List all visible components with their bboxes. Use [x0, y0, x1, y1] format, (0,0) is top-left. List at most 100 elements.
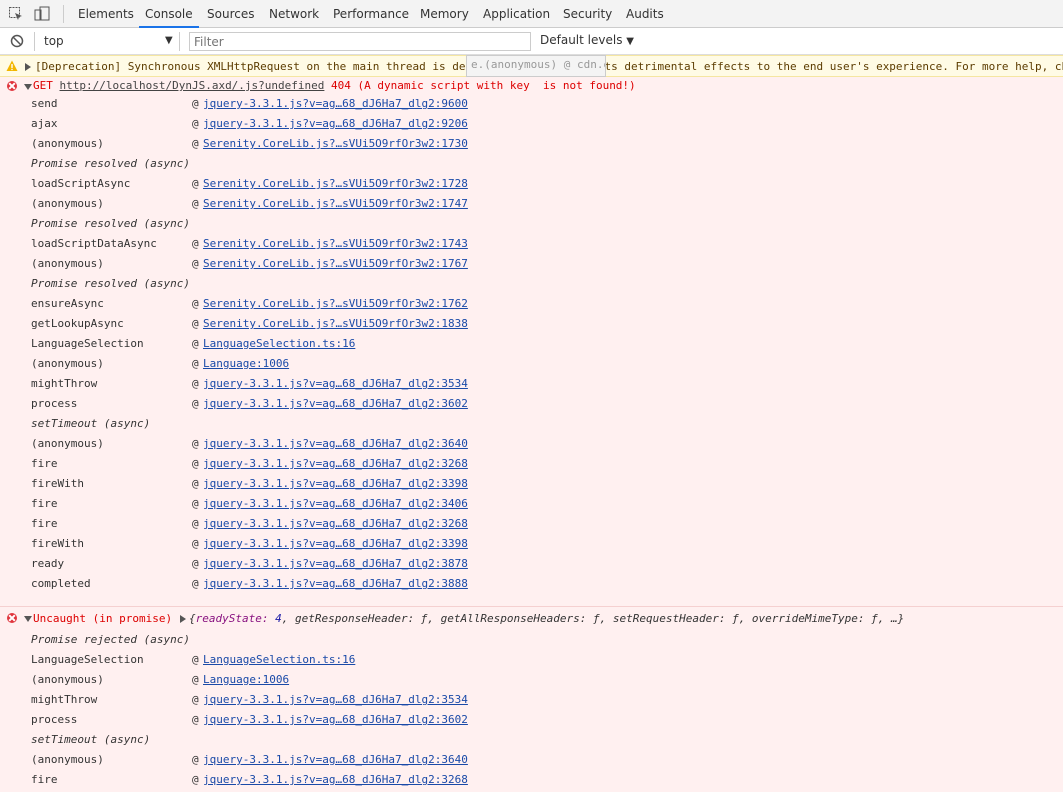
stack-frame-function: getLookupAsync — [31, 317, 124, 330]
at-symbol: @ — [192, 197, 199, 210]
stack-frame-source-link[interactable]: Serenity.CoreLib.js?…sVUi5O9rfOr3w2:1838 — [203, 317, 468, 330]
stack-frame-source-link[interactable]: LanguageSelection.ts:16 — [203, 337, 355, 350]
error-message: (A dynamic script with key is not found!… — [357, 79, 636, 92]
at-symbol: @ — [192, 497, 199, 510]
expand-object-icon[interactable] — [180, 615, 186, 623]
stack-frame-source-link[interactable]: LanguageSelection.ts:16 — [203, 653, 355, 666]
stack-frame-source-link[interactable]: jquery-3.3.1.js?v=ag…68_dJ6Ha7_dlg2:9600 — [203, 97, 468, 110]
stack-frame-source-link[interactable]: jquery-3.3.1.js?v=ag…68_dJ6Ha7_dlg2:3406 — [203, 497, 468, 510]
stack-frame-function: ajax — [31, 117, 58, 130]
inspect-element-icon[interactable] — [8, 6, 24, 22]
tab-network[interactable]: Network — [263, 0, 325, 28]
log-levels-dropdown[interactable]: Default levels ▼ — [540, 33, 634, 47]
stack-frame-function: fire — [31, 497, 58, 510]
tab-security[interactable]: Security — [557, 0, 618, 28]
warning-icon — [6, 60, 18, 71]
stack-frame-source-link[interactable]: Serenity.CoreLib.js?…sVUi5O9rfOr3w2:1730 — [203, 137, 468, 150]
stack-frame-function: (anonymous) — [31, 197, 104, 210]
stack-frame-function: (anonymous) — [31, 257, 104, 270]
request-method: GET — [33, 79, 53, 92]
stack-frame-source-link[interactable]: jquery-3.3.1.js?v=ag…68_dJ6Ha7_dlg2:3602 — [203, 713, 468, 726]
async-separator: Promise resolved (async) — [31, 157, 190, 170]
collapse-triangle-icon[interactable] — [24, 84, 32, 90]
clear-console-icon[interactable] — [10, 34, 24, 48]
tab-elements[interactable]: Elements — [72, 0, 140, 28]
stack-frame-source-link[interactable]: jquery-3.3.1.js?v=ag…68_dJ6Ha7_dlg2:3640 — [203, 437, 468, 450]
tab-memory[interactable]: Memory — [414, 0, 475, 28]
stack-frame-function: fireWith — [31, 477, 84, 490]
at-symbol: @ — [192, 357, 199, 370]
context-selector[interactable]: top ▼ — [34, 32, 180, 51]
status-code: 404 — [331, 79, 351, 92]
stack-frame-function: (anonymous) — [31, 437, 104, 450]
context-label: top — [44, 34, 64, 48]
error-icon — [7, 613, 17, 623]
dropdown-arrow-icon: ▼ — [165, 35, 173, 46]
console-toolbar: top ▼ Default levels ▼ — [0, 28, 1063, 55]
tab-performance[interactable]: Performance — [327, 0, 415, 28]
at-symbol: @ — [192, 97, 199, 110]
stack-frame-source-link[interactable]: Serenity.CoreLib.js?…sVUi5O9rfOr3w2:1747 — [203, 197, 468, 210]
stack-frame-source-link[interactable]: jquery-3.3.1.js?v=ag…68_dJ6Ha7_dlg2:3268 — [203, 517, 468, 530]
request-url-link[interactable]: http://localhost/DynJS.axd/.js?undefined — [60, 79, 325, 92]
stack-frame-source-link[interactable]: jquery-3.3.1.js?v=ag…68_dJ6Ha7_dlg2:3268 — [203, 773, 468, 786]
at-symbol: @ — [192, 457, 199, 470]
stack-frame-source-link[interactable]: jquery-3.3.1.js?v=ag…68_dJ6Ha7_dlg2:3534 — [203, 693, 468, 706]
at-symbol: @ — [192, 317, 199, 330]
stack-frame-source-link[interactable]: Serenity.CoreLib.js?…sVUi5O9rfOr3w2:1767 — [203, 257, 468, 270]
collapse-triangle-icon[interactable] — [24, 616, 32, 622]
stack-frame-source-link[interactable]: jquery-3.3.1.js?v=ag…68_dJ6Ha7_dlg2:3534 — [203, 377, 468, 390]
stack-frame-function: completed — [31, 577, 91, 590]
device-toolbar-icon[interactable] — [34, 6, 50, 22]
stack-frame-source-link[interactable]: jquery-3.3.1.js?v=ag…68_dJ6Ha7_dlg2:9206 — [203, 117, 468, 130]
tab-audits[interactable]: Audits — [620, 0, 670, 28]
at-symbol: @ — [192, 397, 199, 410]
chevron-down-icon: ▼ — [626, 36, 634, 47]
tooltip: e.(anonymous) @ cdn.erikscorp — [466, 55, 606, 77]
stack-frame-function: ready — [31, 557, 65, 570]
stack-frame-function: fire — [31, 457, 58, 470]
at-symbol: @ — [192, 557, 199, 570]
stack-frame-function: mightThrow — [31, 693, 98, 706]
async-separator: Promise resolved (async) — [31, 277, 190, 290]
at-symbol: @ — [192, 117, 199, 130]
stack-frame-source-link[interactable]: jquery-3.3.1.js?v=ag…68_dJ6Ha7_dlg2:3398 — [203, 537, 468, 550]
at-symbol: @ — [192, 437, 199, 450]
stack-frame-source-link[interactable]: Language:1006 — [203, 673, 289, 686]
stack-frame-source-link[interactable]: Serenity.CoreLib.js?…sVUi5O9rfOr3w2:1762 — [203, 297, 468, 310]
error-icon — [7, 81, 17, 91]
stack-frame-function: mightThrow — [31, 377, 98, 390]
object-preview[interactable]: {readyState: 4, getResponseHeader: ƒ, ge… — [189, 612, 904, 625]
stack-frame-function: LanguageSelection — [31, 653, 144, 666]
expand-triangle-icon[interactable] — [25, 63, 31, 71]
stack-frame-source-link[interactable]: jquery-3.3.1.js?v=ag…68_dJ6Ha7_dlg2:3398 — [203, 477, 468, 490]
stack-frame-function: (anonymous) — [31, 673, 104, 686]
at-symbol: @ — [192, 713, 199, 726]
async-separator: setTimeout (async) — [31, 417, 151, 430]
stack-frame-source-link[interactable]: jquery-3.3.1.js?v=ag…68_dJ6Ha7_dlg2:3602 — [203, 397, 468, 410]
at-symbol: @ — [192, 137, 199, 150]
stack-frame-function: fire — [31, 517, 58, 530]
stack-frame-function: ensureAsync — [31, 297, 104, 310]
error-header: Uncaught (in promise) — [33, 612, 172, 625]
tab-sources[interactable]: Sources — [201, 0, 260, 28]
stack-frame-source-link[interactable]: jquery-3.3.1.js?v=ag…68_dJ6Ha7_dlg2:3640 — [203, 753, 468, 766]
stack-frame-source-link[interactable]: Language:1006 — [203, 357, 289, 370]
stack-frame-function: fireWith — [31, 537, 84, 550]
tab-application[interactable]: Application — [477, 0, 556, 28]
stack-frame-source-link[interactable]: Serenity.CoreLib.js?…sVUi5O9rfOr3w2:1728 — [203, 177, 468, 190]
tab-console[interactable]: Console — [139, 0, 199, 28]
at-symbol: @ — [192, 673, 199, 686]
async-separator: Promise rejected (async) — [31, 633, 190, 646]
filter-input[interactable] — [189, 32, 531, 51]
stack-frame-source-link[interactable]: Serenity.CoreLib.js?…sVUi5O9rfOr3w2:1743 — [203, 237, 468, 250]
at-symbol: @ — [192, 653, 199, 666]
stack-frame-source-link[interactable]: jquery-3.3.1.js?v=ag…68_dJ6Ha7_dlg2:3268 — [203, 457, 468, 470]
at-symbol: @ — [192, 773, 199, 786]
error-header: GET http://localhost/DynJS.axd/.js?undef… — [33, 79, 636, 92]
stack-frame-function: fire — [31, 773, 58, 786]
stack-frame-function: LanguageSelection — [31, 337, 144, 350]
stack-frame-source-link[interactable]: jquery-3.3.1.js?v=ag…68_dJ6Ha7_dlg2:3888 — [203, 577, 468, 590]
stack-frame-source-link[interactable]: jquery-3.3.1.js?v=ag…68_dJ6Ha7_dlg2:3878 — [203, 557, 468, 570]
at-symbol: @ — [192, 377, 199, 390]
